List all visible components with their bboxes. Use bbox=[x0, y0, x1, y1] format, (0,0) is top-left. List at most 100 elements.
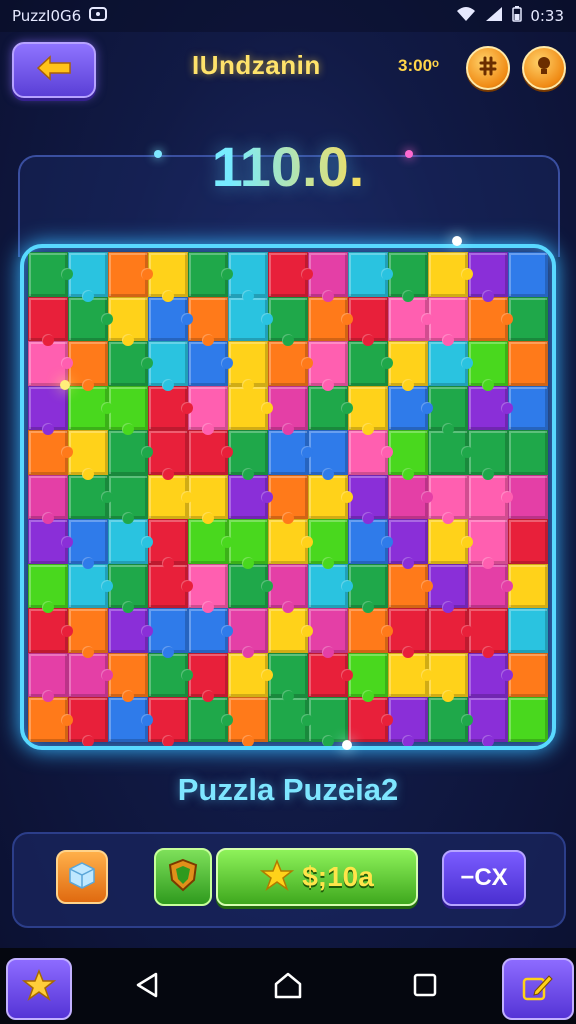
puzzle-piece[interactable] bbox=[348, 563, 388, 613]
edit-button[interactable] bbox=[502, 958, 574, 1020]
puzzle-piece[interactable] bbox=[268, 519, 313, 564]
puzzle-piece[interactable] bbox=[468, 652, 513, 698]
puzzle-piece[interactable] bbox=[428, 341, 473, 386]
puzzle-piece[interactable] bbox=[268, 652, 308, 702]
puzzle-piece[interactable] bbox=[508, 697, 548, 742]
puzzle-piece[interactable] bbox=[388, 296, 433, 342]
puzzle-piece[interactable] bbox=[308, 697, 348, 746]
puzzle-piece[interactable] bbox=[108, 608, 153, 653]
puzzle-piece[interactable] bbox=[228, 608, 268, 658]
puzzle-piece[interactable] bbox=[28, 519, 73, 564]
puzzle-piece[interactable] bbox=[428, 519, 473, 564]
puzzle-piece[interactable] bbox=[148, 697, 188, 746]
puzzle-piece[interactable] bbox=[28, 430, 73, 475]
puzzle-piece[interactable] bbox=[148, 252, 188, 302]
puzzle-piece[interactable] bbox=[68, 252, 108, 302]
puzzle-piece[interactable] bbox=[188, 385, 228, 435]
hint-button[interactable] bbox=[522, 46, 566, 90]
back-button[interactable] bbox=[12, 42, 96, 98]
puzzle-piece[interactable] bbox=[188, 697, 233, 742]
puzzle-piece[interactable] bbox=[68, 430, 108, 480]
puzzle-piece[interactable] bbox=[268, 474, 308, 524]
puzzle-piece[interactable] bbox=[388, 474, 433, 520]
puzzle-piece[interactable] bbox=[228, 652, 273, 698]
puzzle-piece[interactable] bbox=[228, 430, 268, 480]
puzzle-piece[interactable] bbox=[348, 474, 388, 524]
puzzle-piece[interactable] bbox=[468, 697, 508, 746]
puzzle-piece[interactable] bbox=[428, 474, 468, 524]
puzzle-piece[interactable] bbox=[108, 697, 153, 742]
puzzle-piece[interactable] bbox=[348, 296, 388, 346]
puzzle-piece[interactable] bbox=[308, 430, 348, 480]
puzzle-piece[interactable] bbox=[108, 385, 148, 435]
puzzle-board[interactable] bbox=[20, 244, 556, 750]
puzzle-piece[interactable] bbox=[148, 519, 188, 569]
nav-home-button[interactable] bbox=[271, 970, 305, 1004]
puzzle-piece[interactable] bbox=[188, 652, 228, 702]
puzzle-piece[interactable] bbox=[468, 608, 508, 658]
puzzle-piece[interactable] bbox=[308, 341, 348, 391]
puzzle-piece[interactable] bbox=[108, 519, 153, 564]
puzzle-piece[interactable] bbox=[308, 296, 353, 342]
puzzle-piece[interactable] bbox=[228, 697, 268, 746]
nav-recents-button[interactable] bbox=[408, 970, 442, 1004]
puzzle-piece[interactable] bbox=[188, 296, 228, 346]
puzzle-piece[interactable] bbox=[28, 296, 68, 346]
puzzle-piece[interactable] bbox=[428, 385, 468, 435]
puzzle-piece[interactable] bbox=[28, 652, 68, 702]
puzzle-piece[interactable] bbox=[508, 430, 548, 475]
puzzle-piece[interactable] bbox=[28, 252, 73, 297]
puzzle-piece[interactable] bbox=[468, 563, 513, 609]
puzzle-piece[interactable] bbox=[188, 252, 233, 297]
puzzle-piece[interactable] bbox=[468, 430, 508, 480]
puzzle-piece[interactable] bbox=[308, 563, 353, 609]
puzzle-piece[interactable] bbox=[388, 697, 428, 746]
puzzle-piece[interactable] bbox=[468, 385, 513, 431]
puzzle-piece[interactable] bbox=[508, 652, 548, 698]
puzzle-piece[interactable] bbox=[108, 341, 153, 386]
puzzle-grid[interactable] bbox=[28, 252, 548, 746]
puzzle-piece[interactable] bbox=[108, 252, 153, 297]
puzzle-piece[interactable] bbox=[228, 563, 273, 609]
buy-button[interactable]: $;10a bbox=[216, 848, 418, 906]
puzzle-piece[interactable] bbox=[308, 474, 353, 520]
puzzle-piece[interactable] bbox=[508, 474, 548, 520]
puzzle-piece[interactable] bbox=[268, 296, 308, 346]
puzzle-piece[interactable] bbox=[388, 430, 428, 480]
puzzle-piece[interactable] bbox=[388, 652, 433, 698]
puzzle-piece[interactable] bbox=[148, 563, 193, 609]
puzzle-piece[interactable] bbox=[268, 608, 313, 653]
puzzle-piece[interactable] bbox=[308, 608, 348, 658]
puzzle-piece[interactable] bbox=[508, 519, 548, 564]
puzzle-piece[interactable] bbox=[108, 474, 148, 524]
puzzle-piece[interactable] bbox=[388, 519, 428, 569]
puzzle-piece[interactable] bbox=[348, 652, 388, 702]
puzzle-piece[interactable] bbox=[308, 519, 348, 569]
puzzle-piece[interactable] bbox=[348, 341, 393, 386]
puzzle-piece[interactable] bbox=[68, 519, 108, 569]
puzzle-piece[interactable] bbox=[228, 519, 268, 569]
puzzle-piece[interactable] bbox=[468, 474, 513, 520]
puzzle-piece[interactable] bbox=[428, 563, 468, 613]
puzzle-piece[interactable] bbox=[108, 652, 148, 702]
favorites-button[interactable] bbox=[6, 958, 72, 1020]
puzzle-piece[interactable] bbox=[188, 608, 233, 653]
puzzle-piece[interactable] bbox=[508, 341, 548, 386]
puzzle-piece[interactable] bbox=[148, 296, 193, 342]
puzzle-piece[interactable] bbox=[508, 608, 548, 653]
puzzle-piece[interactable] bbox=[188, 474, 228, 524]
puzzle-piece[interactable] bbox=[28, 608, 73, 653]
puzzle-piece[interactable] bbox=[428, 697, 473, 742]
puzzle-piece[interactable] bbox=[108, 296, 148, 346]
puzzle-piece[interactable] bbox=[388, 385, 433, 431]
puzzle-piece[interactable] bbox=[428, 608, 473, 653]
puzzle-piece[interactable] bbox=[428, 652, 468, 702]
puzzle-piece[interactable] bbox=[348, 385, 388, 435]
puzzle-piece[interactable] bbox=[188, 430, 233, 475]
puzzle-piece[interactable] bbox=[268, 252, 313, 297]
puzzle-piece[interactable] bbox=[388, 563, 433, 609]
puzzle-piece[interactable] bbox=[188, 341, 233, 386]
puzzle-piece[interactable] bbox=[148, 341, 188, 391]
puzzle-piece[interactable] bbox=[148, 385, 193, 431]
puzzle-piece[interactable] bbox=[108, 563, 148, 613]
